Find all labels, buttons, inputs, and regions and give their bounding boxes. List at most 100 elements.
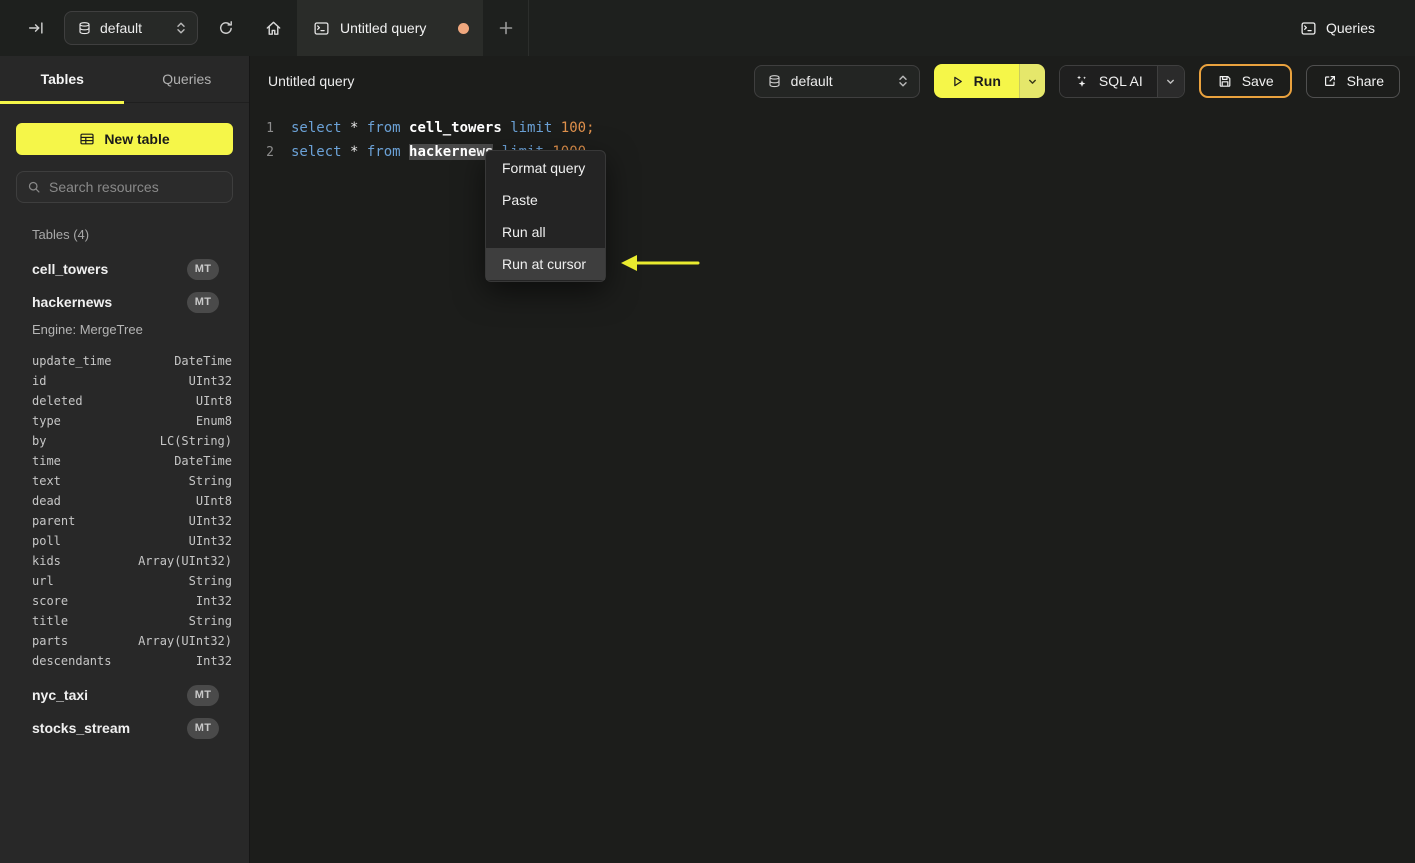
column-row: descendants Int32 (0, 651, 249, 671)
column-name: score (32, 594, 69, 608)
sql-token: from (366, 144, 401, 160)
tables-section-label: Tables (4) (32, 227, 90, 242)
column-type: String (188, 574, 232, 588)
tab-untitled-query[interactable]: Untitled query (297, 0, 483, 56)
run-button[interactable]: Run (933, 64, 1019, 98)
column-row: url String (0, 571, 249, 591)
sparkle-icon (1074, 73, 1090, 89)
column-type: Int32 (195, 594, 232, 608)
column-row: parts Array(UInt32) (0, 631, 249, 651)
table-row-stocks-stream[interactable]: stocks_stream MT (0, 717, 249, 739)
tab-label: Untitled query (340, 20, 427, 36)
sidebar-tab-tables[interactable]: Tables (0, 56, 125, 102)
column-row: title String (0, 611, 249, 631)
column-type: UInt32 (188, 374, 232, 388)
queries-button[interactable]: Queries (1288, 0, 1415, 56)
table-name: hackernews (32, 294, 113, 310)
topbar-database-selector[interactable]: default (64, 11, 198, 45)
table-row-cell-towers[interactable]: cell_towers MT (0, 258, 249, 280)
column-type: DateTime (174, 454, 232, 468)
terminal-icon (313, 20, 330, 37)
select-sorter-icon (897, 74, 909, 88)
active-tab-underline (0, 101, 124, 104)
column-name: url (32, 574, 54, 588)
code-text: select * from cell_towers limit 100; (291, 120, 595, 136)
engine-badge: MT (187, 291, 219, 313)
toolbar-database-selector[interactable]: default (753, 64, 920, 98)
plus-icon (498, 20, 514, 36)
column-name: parent (32, 514, 76, 528)
column-name: descendants (32, 654, 112, 668)
column-row: text String (0, 471, 249, 491)
home-button[interactable] (250, 0, 297, 56)
sql-ai-button[interactable]: SQL AI (1059, 65, 1157, 97)
select-sorter-icon (175, 21, 187, 35)
top-bar: default Untitled query Queries (0, 0, 1415, 56)
sidebar-tab-queries[interactable]: Queries (125, 56, 250, 102)
save-label: Save (1241, 73, 1274, 89)
column-row: kids Array(UInt32) (0, 551, 249, 571)
refresh-icon (217, 19, 235, 37)
run-button-group: Run (933, 64, 1045, 98)
context-menu-item-paste[interactable]: Paste (486, 184, 605, 216)
play-icon (950, 74, 965, 89)
column-row: time DateTime (0, 451, 249, 471)
run-options-button[interactable] (1018, 64, 1045, 98)
column-name: parts (32, 634, 69, 648)
column-type: String (188, 474, 232, 488)
annotation-arrow (618, 250, 704, 276)
collapse-sidebar-button[interactable] (22, 14, 50, 42)
chevron-down-icon (1027, 76, 1038, 87)
column-row: by LC(String) (0, 431, 249, 451)
new-tab-button[interactable] (483, 0, 529, 56)
new-table-button[interactable]: New table (16, 123, 233, 155)
sql-editor[interactable]: 1 select * from cell_towers limit 100; 2… (250, 106, 1415, 863)
line-number: 2 (266, 144, 274, 160)
context-menu-item-format-query[interactable]: Format query (486, 152, 605, 184)
context-menu-item-run-at-cursor[interactable]: Run at cursor (486, 248, 605, 280)
database-icon (767, 74, 782, 89)
column-name: type (32, 414, 61, 428)
column-name: kids (32, 554, 61, 568)
collapse-sidebar-icon (27, 19, 45, 37)
context-menu-item-run-all[interactable]: Run all (486, 216, 605, 248)
column-name: time (32, 454, 61, 468)
column-type: Int32 (195, 654, 232, 668)
table-name: stocks_stream (32, 720, 131, 736)
column-row: deleted UInt8 (0, 391, 249, 411)
column-name: text (32, 474, 61, 488)
code-line-2: 2 select * from hackernews limit 1000 (250, 140, 1415, 164)
column-type: UInt8 (195, 494, 232, 508)
column-name: update_time (32, 354, 112, 368)
table-icon (79, 131, 95, 147)
column-type: DateTime (174, 354, 232, 368)
refresh-button[interactable] (212, 14, 240, 42)
save-button[interactable]: Save (1198, 64, 1292, 98)
table-row-nyc-taxi[interactable]: nyc_taxi MT (0, 684, 249, 706)
share-button[interactable]: Share (1305, 64, 1400, 98)
topbar-database-value: default (100, 20, 143, 36)
column-type: UInt32 (188, 514, 232, 528)
sql-token: select (291, 144, 342, 160)
table-name: cell_towers (32, 261, 109, 277)
sql-token: hackernews (409, 144, 494, 160)
sql-token: limit (510, 120, 553, 136)
column-type: UInt8 (195, 394, 232, 408)
table-row-hackernews[interactable]: hackernews MT (0, 291, 249, 313)
search-input[interactable] (49, 179, 230, 195)
column-row: update_time DateTime (0, 351, 249, 371)
queries-icon (1300, 20, 1317, 37)
engine-badge: MT (187, 684, 219, 706)
engine-badge: MT (187, 717, 219, 739)
sql-token: 100; (560, 120, 595, 136)
unsaved-changes-dot (458, 22, 469, 34)
column-name: deleted (32, 394, 83, 408)
column-type: UInt32 (188, 534, 232, 548)
sidebar: Tables Queries New table Tables (4) cell… (0, 56, 250, 863)
table-name: nyc_taxi (32, 687, 89, 703)
tab-strip: Untitled query (250, 0, 529, 56)
sql-ai-options-button[interactable] (1156, 65, 1184, 97)
